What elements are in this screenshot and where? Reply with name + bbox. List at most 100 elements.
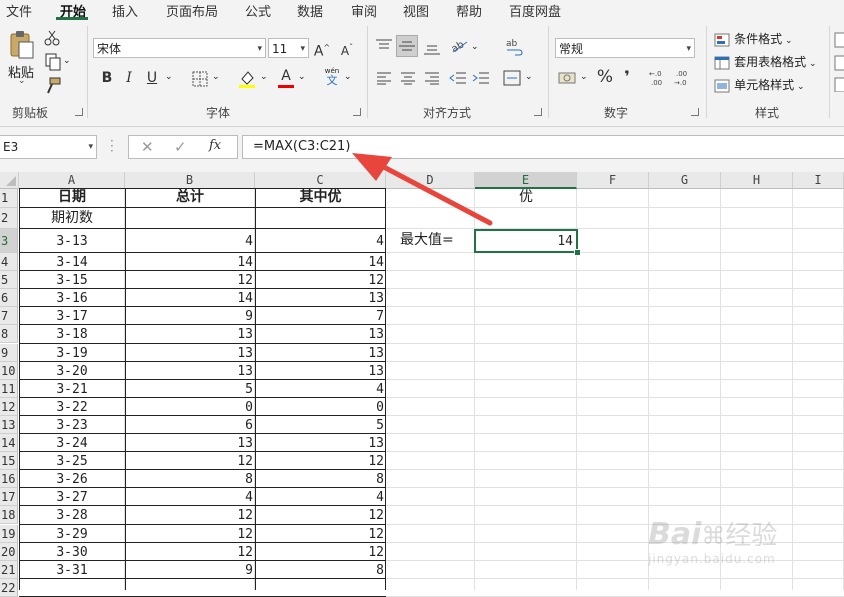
cell-styles-button[interactable]: 单元格样式 ⌄ [714, 76, 805, 94]
increase-indent-icon[interactable] [472, 71, 490, 85]
alignment-launcher-icon[interactable] [534, 108, 542, 116]
cell-good-row-14[interactable]: 13 [255, 434, 386, 452]
enter-icon[interactable]: ✓ [174, 137, 187, 157]
merge-center-icon[interactable] [503, 70, 521, 86]
cell-date-row-9[interactable]: 3-19 [19, 344, 125, 362]
cell-date-row-16[interactable]: 3-26 [19, 470, 125, 488]
menu-tab-6[interactable]: 审阅 [351, 1, 377, 20]
row-header-20[interactable]: 20 [0, 542, 18, 561]
cell-good-row-15[interactable]: 12 [255, 452, 386, 470]
cell-total-row-20[interactable]: 12 [125, 543, 255, 561]
column-header-c[interactable]: C [255, 172, 386, 189]
cell-date-row-14[interactable]: 3-24 [19, 434, 125, 452]
row-header-16[interactable]: 16 [0, 470, 18, 489]
row-header-21[interactable]: 21 [0, 560, 18, 579]
row-header-22[interactable]: 22 [0, 578, 18, 597]
cell-good-row-21[interactable]: 8 [255, 561, 386, 579]
cell-good-row-13[interactable]: 5 [255, 416, 386, 434]
format-painter-icon[interactable] [44, 77, 62, 95]
menu-tab-0[interactable]: 文件 [6, 1, 32, 20]
cell-good-row-8[interactable]: 13 [255, 325, 386, 343]
bold-button[interactable]: B [99, 68, 115, 88]
cell-a2[interactable]: 期初数 [19, 208, 125, 229]
cell-total-row-14[interactable]: 13 [125, 434, 255, 452]
row-header-11[interactable]: 11 [0, 379, 18, 398]
cell-total-row-16[interactable]: 8 [125, 470, 255, 488]
cell-total-row-11[interactable]: 5 [125, 380, 255, 398]
name-box[interactable]: E3 ▾ [0, 135, 97, 159]
cell-date-row-15[interactable]: 3-25 [19, 452, 125, 470]
number-format-select[interactable]: 常规 ▾ [555, 38, 695, 58]
cell-date-row-13[interactable]: 3-23 [19, 416, 125, 434]
cell-total-row-9[interactable]: 13 [125, 344, 255, 362]
font-color-button[interactable]: A [278, 66, 294, 88]
cell-e1[interactable]: 优 [475, 189, 577, 208]
italic-button[interactable]: I [122, 68, 136, 88]
menu-tab-7[interactable]: 视图 [403, 1, 429, 20]
cell-date-row-17[interactable]: 3-27 [19, 488, 125, 506]
conditional-format-button[interactable]: 条件格式 ⌄ [714, 30, 793, 48]
cell-date-row-19[interactable]: 3-29 [19, 525, 125, 543]
menu-tab-3[interactable]: 页面布局 [166, 1, 218, 20]
menu-tab-9[interactable]: 百度网盘 [509, 1, 561, 20]
cell-good-row-20[interactable]: 12 [255, 543, 386, 561]
cell-total-row-7[interactable]: 9 [125, 307, 255, 325]
menu-tab-2[interactable]: 插入 [112, 1, 138, 20]
cell-date-row-21[interactable]: 3-31 [19, 561, 125, 579]
row-header-15[interactable]: 15 [0, 452, 18, 471]
row-header-3[interactable]: 3 [0, 229, 18, 253]
row-header-1[interactable]: 1 [0, 189, 18, 208]
column-header-e[interactable]: E [475, 172, 577, 189]
cell-total-row-3[interactable]: 4 [125, 229, 255, 253]
cell-good-row-18[interactable]: 12 [255, 506, 386, 524]
cell-date-row-18[interactable]: 3-28 [19, 506, 125, 524]
font-launcher-icon[interactable] [353, 108, 361, 116]
row-header-10[interactable]: 10 [0, 361, 18, 380]
cell-total-row-10[interactable]: 13 [125, 362, 255, 380]
column-header-h[interactable]: H [721, 172, 793, 189]
cell-date-row-12[interactable]: 3-22 [19, 398, 125, 416]
cell-total-row-6[interactable]: 14 [125, 289, 255, 307]
column-header-i[interactable]: I [793, 172, 844, 189]
underline-button[interactable]: U [145, 68, 159, 88]
select-all-corner[interactable] [0, 172, 19, 189]
cell-good-row-19[interactable]: 12 [255, 525, 386, 543]
cell-good-row-16[interactable]: 8 [255, 470, 386, 488]
font-name-select[interactable]: 宋体 ▾ [93, 38, 266, 58]
row-header-6[interactable]: 6 [0, 289, 18, 308]
row-header-4[interactable]: 4 [0, 253, 18, 272]
copy-icon[interactable] [44, 53, 62, 71]
cell-good-row-7[interactable]: 7 [255, 307, 386, 325]
grow-font-button[interactable]: A^ [313, 38, 331, 60]
cell-total-row-4[interactable]: 14 [125, 253, 255, 271]
increase-decimal-icon[interactable]: ←.0.00 [649, 69, 671, 87]
shrink-font-button[interactable]: Aˇ [338, 38, 356, 58]
row-header-7[interactable]: 7 [0, 307, 18, 326]
column-header-g[interactable]: G [649, 172, 721, 189]
cell-c1-header[interactable]: 其中优 [255, 189, 386, 208]
row-header-8[interactable]: 8 [0, 325, 18, 344]
cell-date-row-10[interactable]: 3-20 [19, 362, 125, 380]
clipboard-launcher-icon[interactable] [75, 108, 83, 116]
cell-b1-header[interactable]: 总计 [125, 189, 255, 208]
cell-good-row-10[interactable]: 13 [255, 362, 386, 380]
row-header-14[interactable]: 14 [0, 434, 18, 453]
cell-date-row-5[interactable]: 3-15 [19, 271, 125, 289]
row-header-19[interactable]: 19 [0, 524, 18, 543]
align-middle-button[interactable] [396, 35, 418, 57]
cell-date-row-11[interactable]: 3-21 [19, 380, 125, 398]
align-top-icon[interactable] [375, 38, 393, 54]
orientation-icon[interactable]: ab [449, 38, 469, 54]
column-header-b[interactable]: B [125, 172, 255, 189]
cell-total-row-12[interactable]: 0 [125, 398, 255, 416]
menu-tab-5[interactable]: 数据 [297, 1, 323, 20]
row-header-17[interactable]: 17 [0, 488, 18, 507]
cell-d3[interactable]: 最大值= [400, 229, 475, 252]
row-header-13[interactable]: 13 [0, 415, 18, 434]
row-header-12[interactable]: 12 [0, 397, 18, 416]
decrease-indent-icon[interactable] [449, 71, 467, 85]
menu-tab-8[interactable]: 帮助 [456, 1, 482, 20]
cancel-icon[interactable]: ✕ [141, 137, 154, 157]
cell-date-row-3[interactable]: 3-13 [19, 229, 125, 253]
cell-date-row-4[interactable]: 3-14 [19, 253, 125, 271]
